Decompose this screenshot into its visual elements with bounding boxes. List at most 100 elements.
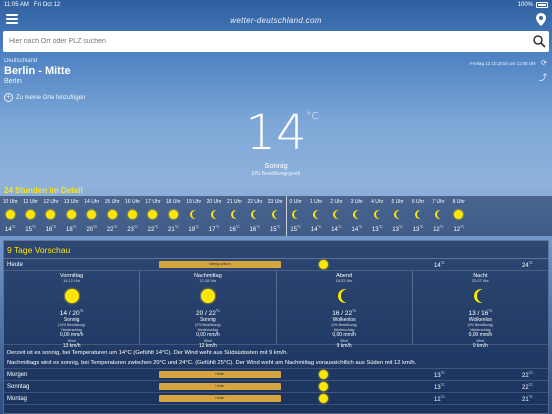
hour-label: 1 Uhr — [309, 199, 323, 205]
forecast-row[interactable]: Montag Heiter 12°C 21°C — [4, 393, 548, 405]
menu-icon[interactable] — [6, 14, 18, 24]
hour-cell[interactable]: 20 Uhr 17°C — [204, 196, 224, 236]
refresh-icon[interactable]: ⟳ — [541, 59, 547, 67]
moon-icon — [271, 210, 280, 219]
hour-cell[interactable]: 11 Uhr 15°C — [20, 196, 40, 236]
hour-cell[interactable]: 14 Uhr 20°C — [82, 196, 102, 236]
status-date: Fri Oct 12 — [33, 2, 61, 8]
hour-cell[interactable]: 12 Uhr 16°C — [41, 196, 61, 236]
hour-cell[interactable]: 13 Uhr 18°C — [61, 196, 81, 236]
hour-label: 23 Uhr — [267, 199, 283, 205]
moon-icon — [230, 210, 239, 219]
period-temp: 14 / 20°C — [59, 309, 84, 318]
hour-cell[interactable]: 23 Uhr 15°C — [265, 196, 285, 236]
wind-label: Wind — [67, 339, 76, 344]
hour-cell[interactable]: 22 Uhr 16°C — [245, 196, 265, 236]
hour-cell[interactable]: 1 Uhr 14°C — [306, 196, 326, 236]
day-name: Montag — [7, 395, 28, 402]
add-favorite-label: Zu meine Orte hinzufügen — [16, 94, 86, 101]
current-temp-unit: °C — [306, 111, 319, 122]
moon-icon — [337, 289, 351, 303]
sun-icon — [66, 209, 76, 219]
hour-cell[interactable]: 2 Uhr 14°C — [326, 196, 346, 236]
min-temp: 14°C — [434, 260, 445, 269]
sun-icon — [454, 209, 464, 219]
period-icon — [140, 285, 275, 307]
forecast-row-today[interactable]: Heute Wenig wolken 14°C 24°C — [4, 259, 548, 271]
rain-value: 0,00 mm/h — [332, 332, 356, 339]
hour-cell[interactable]: 17 Uhr 22°C — [143, 196, 163, 236]
hour-temp: 15°C — [269, 225, 281, 233]
hour-icon — [306, 208, 326, 220]
hour-icon — [0, 208, 20, 220]
search-input[interactable] — [9, 38, 529, 45]
add-favorite-button[interactable]: + Zu meine Orte hinzufügen — [4, 93, 85, 102]
hour-cell[interactable]: 4 Uhr 13°C — [367, 196, 387, 236]
rain-label: Niederschlag — [470, 328, 491, 333]
hourly-strip[interactable]: 10 Uhr 14°C 11 Uhr 15°C 12 Uhr 16°C 13 Uhr 18°C… — [0, 196, 552, 236]
min-temp: 12°C — [434, 394, 445, 403]
hour-cell[interactable]: 8 Uhr 12°C — [449, 196, 469, 236]
hour-cell[interactable]: 0 Uhr 15°C — [285, 196, 305, 236]
hour-cell[interactable]: 5 Uhr 13°C — [387, 196, 407, 236]
hour-label: 20 Uhr — [206, 199, 222, 205]
share-icon[interactable]: ⤴ — [539, 72, 547, 83]
moon-icon — [312, 210, 321, 219]
hour-cell[interactable]: 6 Uhr 13°C — [408, 196, 428, 236]
forecast-row[interactable]: Sonntag Heiter 13°C 22°C — [4, 381, 548, 393]
rain-label: Niederschlag — [61, 328, 82, 333]
max-temp: 21°C — [522, 394, 533, 403]
hour-temp: 14°C — [351, 225, 363, 233]
hour-icon — [122, 208, 142, 220]
hour-cell[interactable]: 16 Uhr 23°C — [122, 196, 142, 236]
search-icon[interactable] — [529, 32, 549, 52]
max-temp: 22°C — [522, 370, 533, 379]
wind-label: Wind — [340, 339, 349, 344]
hour-label: 22 Uhr — [247, 199, 263, 205]
sun-icon — [319, 370, 328, 379]
period-cloud: (2% Bewölkung) — [195, 323, 221, 328]
hour-temp: 13°C — [412, 225, 424, 233]
condition-bar: Wenig wolken — [159, 261, 281, 268]
hour-icon — [449, 208, 469, 220]
hour-icon — [184, 208, 204, 220]
location-pin-icon[interactable] — [536, 13, 546, 26]
hour-label: 6 Uhr — [411, 199, 425, 205]
moon-icon — [352, 210, 361, 219]
moon-icon — [210, 210, 219, 219]
hour-cell[interactable]: 21 Uhr 16°C — [224, 196, 244, 236]
hour-label: 14 Uhr — [84, 199, 100, 205]
hour-cell[interactable]: 18 Uhr 21°C — [163, 196, 183, 236]
hour-cell[interactable]: 15 Uhr 22°C — [102, 196, 122, 236]
hour-icon — [285, 208, 305, 220]
wind-label: Wind — [476, 339, 485, 344]
location-city: Berlin - Mitte — [4, 65, 71, 77]
hour-cell[interactable]: 19 Uhr 19°C — [184, 196, 204, 236]
rain-label: Niederschlag — [333, 328, 355, 333]
wind-label: Wind — [203, 339, 212, 344]
hour-temp: 15°C — [25, 225, 36, 233]
hour-cell[interactable]: 10 Uhr 14°C — [0, 196, 20, 236]
hour-label: 3 Uhr — [350, 199, 363, 205]
hour-label: 4 Uhr — [371, 199, 384, 205]
search-bar — [3, 31, 549, 52]
day-name: Sonntag — [7, 383, 30, 390]
hour-icon — [428, 208, 448, 220]
period-abend: Abend 18-22 Uhr 16 / 22°C Wolkenlos (0% Bewö… — [277, 271, 413, 349]
hour-label: 21 Uhr — [226, 199, 242, 205]
wind-value: 9 km/h — [472, 343, 488, 350]
sun-icon — [168, 209, 178, 219]
forecast-row[interactable]: Morgen Heiter 13°C 22°C — [4, 369, 548, 381]
moon-icon — [250, 210, 259, 219]
hour-cell[interactable]: 7 Uhr 12°C — [428, 196, 448, 236]
day-separator — [286, 196, 287, 236]
forecast-text-2: Nachmittags wird es sonnig, bei Temperat… — [7, 360, 417, 366]
hour-icon — [224, 208, 244, 220]
period-icon — [277, 285, 412, 307]
hour-label: 12 Uhr — [43, 199, 59, 205]
hour-cell[interactable]: 3 Uhr 14°C — [347, 196, 367, 236]
plus-icon: + — [4, 93, 13, 102]
hour-label: 16 Uhr — [125, 199, 141, 205]
moon-icon — [332, 210, 341, 219]
current-cloud: (0% Bewölkungsgrad) — [251, 171, 301, 177]
